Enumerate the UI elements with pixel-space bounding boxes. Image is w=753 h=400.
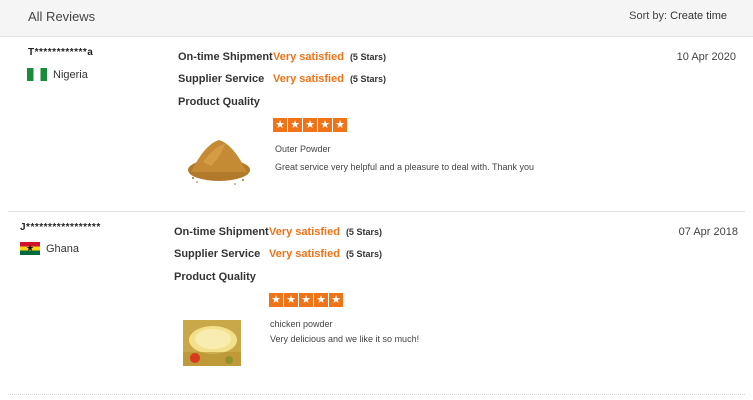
star-icon: ★ — [273, 118, 287, 132]
rating-label: On-time Shipment — [178, 51, 273, 63]
rating-row: Supplier Service Very satisfied (5 Stars… — [178, 73, 386, 85]
rating-row: Supplier Service Very satisfied (5 Stars… — [174, 248, 382, 260]
reviews-header: All Reviews Sort by: Create time — [0, 0, 753, 37]
star-icon: ★ — [303, 118, 317, 132]
rating-value: Very satisfied — [269, 226, 340, 238]
nigeria-flag-icon — [27, 68, 47, 81]
review-comment: Very delicious and we like it so much! — [270, 334, 420, 344]
star-icon: ★ — [318, 118, 332, 132]
rating-value: Very satisfied — [269, 248, 340, 260]
rating-label: Supplier Service — [174, 248, 261, 260]
review-comment: Great service very helpful and a pleasur… — [275, 162, 534, 172]
rating-row: Product Quality — [178, 96, 273, 108]
rating-label: On-time Shipment — [174, 226, 269, 238]
reviewer-country: Nigeria — [27, 68, 88, 81]
country-name: Nigeria — [53, 68, 88, 81]
review-divider — [8, 211, 745, 212]
rating-stars-text: (5 Stars) — [349, 52, 386, 62]
product-name: Outer Powder — [275, 144, 331, 154]
rating-stars-text: (5 Stars) — [345, 227, 382, 237]
star-icon: ★ — [284, 293, 298, 307]
reviews-title: All Reviews — [28, 9, 96, 24]
rating-label: Product Quality — [174, 271, 256, 283]
rating-value: Very satisfied — [273, 51, 344, 63]
product-thumbnail[interactable] — [183, 320, 241, 366]
rating-row: On-time Shipment Very satisfied (5 Stars… — [178, 51, 386, 63]
rating-label: Product Quality — [178, 96, 260, 108]
country-name: Ghana — [46, 242, 80, 255]
reviewer-country: Ghana — [20, 242, 79, 255]
ghana-flag-icon — [20, 242, 40, 255]
reviewer-name: J***************** — [20, 222, 101, 233]
star-icon: ★ — [333, 118, 347, 132]
product-name: chicken powder — [270, 319, 333, 329]
rating-row: Product Quality — [174, 271, 269, 283]
star-icon: ★ — [299, 293, 313, 307]
sort-value[interactable]: Create time — [670, 10, 727, 22]
quality-stars: ★ ★ ★ ★ ★ — [269, 293, 343, 307]
sort-control[interactable]: Sort by: Create time — [629, 10, 727, 22]
star-icon: ★ — [329, 293, 343, 307]
product-thumbnail[interactable] — [183, 132, 253, 190]
review-date: 10 Apr 2020 — [676, 51, 736, 63]
star-icon: ★ — [314, 293, 328, 307]
rating-value: Very satisfied — [273, 73, 344, 85]
review-divider — [8, 394, 745, 395]
rating-row: On-time Shipment Very satisfied (5 Stars… — [174, 226, 382, 238]
quality-stars: ★ ★ ★ ★ ★ — [273, 118, 347, 132]
rating-stars-text: (5 Stars) — [349, 74, 386, 84]
star-icon: ★ — [269, 293, 283, 307]
rating-stars-text: (5 Stars) — [345, 249, 382, 259]
sort-label: Sort by: — [629, 10, 668, 22]
reviewer-name: T************a — [28, 47, 94, 58]
rating-label: Supplier Service — [178, 73, 265, 85]
star-icon: ★ — [288, 118, 302, 132]
review-date: 07 Apr 2018 — [678, 226, 738, 238]
